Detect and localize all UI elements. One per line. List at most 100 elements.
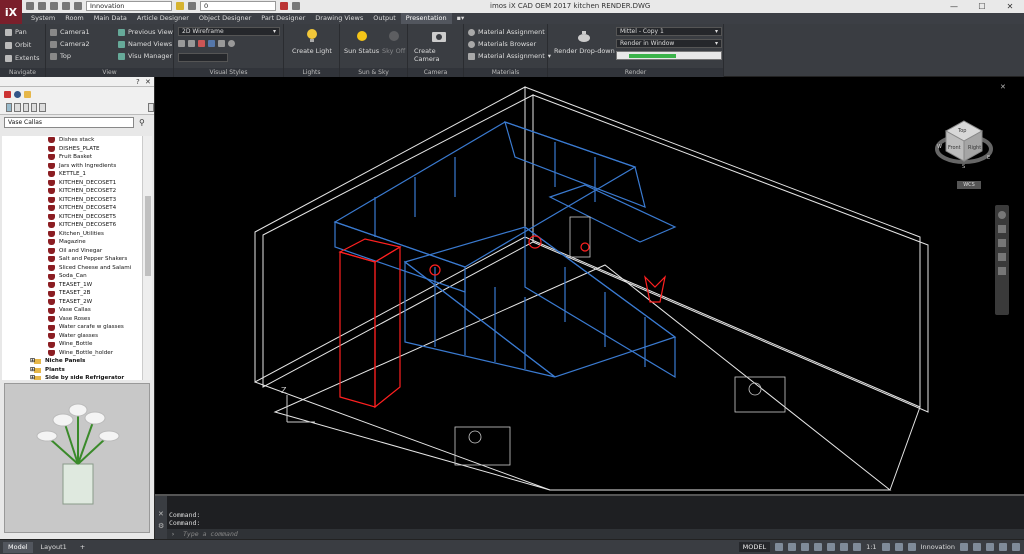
camera2-item[interactable]: Camera2: [50, 40, 90, 48]
model-space-button[interactable]: MODEL: [738, 542, 771, 552]
polar-icon[interactable]: [814, 543, 823, 551]
binoculars-icon[interactable]: ⚲: [139, 118, 145, 127]
save-icon[interactable]: [38, 2, 46, 10]
tree-item[interactable]: TEASET_2W: [2, 298, 142, 307]
close-button[interactable]: ✕: [996, 0, 1024, 13]
tab-object-designer[interactable]: Object Designer: [194, 13, 256, 24]
tree-item[interactable]: Soda_Can: [2, 272, 142, 281]
materials-browser-button[interactable]: Materials Browser: [468, 40, 536, 48]
library-icon[interactable]: [4, 90, 11, 98]
tree-item[interactable]: Water carafe w glasses: [2, 323, 142, 332]
search-input[interactable]: Vase Callas: [4, 117, 134, 128]
folder-icon[interactable]: [24, 90, 31, 98]
tree-item[interactable]: KITCHEN_DECOSET4: [2, 204, 142, 213]
osnap-icon[interactable]: [827, 543, 836, 551]
tree-folder[interactable]: ⊞ Plants: [2, 366, 142, 375]
add-layout-button[interactable]: +: [75, 542, 90, 553]
hardware-icon[interactable]: [986, 543, 994, 551]
named-views-button[interactable]: Named Views: [118, 40, 172, 48]
render-dropdown-button[interactable]: Render Drop-down: [554, 28, 615, 55]
wrench-icon[interactable]: ⚙: [158, 522, 164, 530]
tab-layout1[interactable]: Layout1: [36, 542, 72, 553]
pan-button[interactable]: Pan: [5, 28, 27, 36]
tree-item[interactable]: Vase Callas: [2, 306, 142, 315]
tree-item[interactable]: Magazine: [2, 238, 142, 247]
wcs-menu[interactable]: WCS: [957, 181, 981, 189]
tab-part-designer[interactable]: Part Designer: [256, 13, 310, 24]
filter-icon[interactable]: [147, 103, 154, 112]
workspace-dropdown[interactable]: Innovation: [86, 1, 172, 11]
grid-icon[interactable]: [775, 543, 784, 551]
tree-item[interactable]: Sliced Cheese and Salami: [2, 264, 142, 273]
tree-item[interactable]: Kitchen_Utilities: [2, 230, 142, 239]
view-mode-4-icon[interactable]: [30, 103, 38, 112]
orbit-button[interactable]: Orbit: [5, 41, 31, 49]
isolate-icon[interactable]: [973, 543, 981, 551]
redo-icon[interactable]: [74, 2, 82, 10]
viewport-close-icon[interactable]: ✕: [1000, 83, 1006, 91]
sun-icon[interactable]: [188, 2, 196, 10]
view-mode-2-icon[interactable]: [14, 103, 21, 112]
material-icon[interactable]: [208, 40, 215, 47]
help-icon[interactable]: ?: [136, 78, 140, 86]
tree-item[interactable]: Wine_Bottle_holder: [2, 349, 142, 358]
undo-icon[interactable]: [62, 2, 70, 10]
tree-folder[interactable]: ⊞ Side by side Refrigerator: [2, 374, 142, 380]
compass-south[interactable]: S: [962, 164, 965, 170]
tab-output[interactable]: Output: [368, 13, 401, 24]
visual-style-slider[interactable]: [178, 53, 228, 62]
lineweight-icon[interactable]: [840, 543, 849, 551]
visu-manager-button[interactable]: Visu Manager: [118, 52, 172, 60]
tab-room[interactable]: Room: [60, 13, 89, 24]
material-assignment-dropdown[interactable]: Material Assignment ▾: [468, 52, 551, 60]
sphere-icon[interactable]: [228, 40, 235, 47]
close-icon[interactable]: ✕: [145, 78, 151, 86]
tab-presentation[interactable]: Presentation: [400, 13, 452, 24]
tree-item[interactable]: KITCHEN_DECOSET1: [2, 179, 142, 188]
lock-icon[interactable]: [960, 543, 968, 551]
tab-system[interactable]: System: [26, 13, 60, 24]
viewcube-right-face[interactable]: Right: [968, 145, 981, 151]
create-light-button[interactable]: Create Light: [292, 28, 332, 55]
sky-off-button[interactable]: Sky Off: [382, 28, 405, 55]
annotation-icon[interactable]: [853, 543, 862, 551]
tree-item[interactable]: Salt and Pepper Shakers: [2, 255, 142, 264]
tree-item[interactable]: KETTLE_1: [2, 170, 142, 179]
edge-icon[interactable]: [188, 40, 195, 47]
record-icon[interactable]: [280, 2, 288, 10]
viewcube-front-face[interactable]: Front: [948, 145, 961, 151]
snap-icon[interactable]: [788, 543, 797, 551]
tree-item[interactable]: DISHES_PLATE: [2, 145, 142, 154]
tree-scrollbar[interactable]: [142, 136, 152, 380]
tab-drawing-views[interactable]: Drawing Views: [310, 13, 368, 24]
maximize-button[interactable]: ☐: [968, 0, 996, 13]
globe-icon[interactable]: [14, 90, 21, 98]
orbit-nav-icon[interactable]: [998, 253, 1006, 261]
tree-item[interactable]: TEASET_1W: [2, 281, 142, 290]
scrollbar-thumb[interactable]: [145, 196, 151, 276]
tree-folder[interactable]: ⊞ Niche Panels: [2, 357, 142, 366]
workspace-status[interactable]: Innovation: [921, 543, 955, 551]
viewcube[interactable]: Top Front Right W S E: [935, 117, 993, 175]
sun-status-button[interactable]: Sun Status: [344, 28, 379, 55]
viewcube-top-face[interactable]: Top: [958, 128, 966, 134]
pan-nav-icon[interactable]: [998, 225, 1006, 233]
expand-icon[interactable]: ⊞: [30, 374, 35, 380]
fullscreen-icon[interactable]: [999, 543, 1007, 551]
print-icon[interactable]: [50, 2, 58, 10]
tree-item[interactable]: Wine_Bottle: [2, 340, 142, 349]
workspace-gear-icon[interactable]: [907, 543, 916, 551]
close-icon[interactable]: ✕: [158, 510, 164, 518]
material-assignment-button[interactable]: Material Assignment: [468, 28, 545, 36]
texture-icon[interactable]: [218, 40, 225, 47]
ortho-icon[interactable]: [801, 543, 810, 551]
tree-item[interactable]: KITCHEN_DECOSET2: [2, 187, 142, 196]
tree-item[interactable]: Vase Roses: [2, 315, 142, 324]
app-logo[interactable]: iX: [0, 0, 22, 24]
customize-icon[interactable]: [1012, 543, 1020, 551]
tab-model[interactable]: Model: [3, 541, 33, 553]
compass-east[interactable]: E: [987, 155, 990, 161]
top-view-item[interactable]: Top: [50, 52, 71, 60]
help-icon[interactable]: [292, 2, 300, 10]
view-mode-1-icon[interactable]: [6, 103, 13, 112]
